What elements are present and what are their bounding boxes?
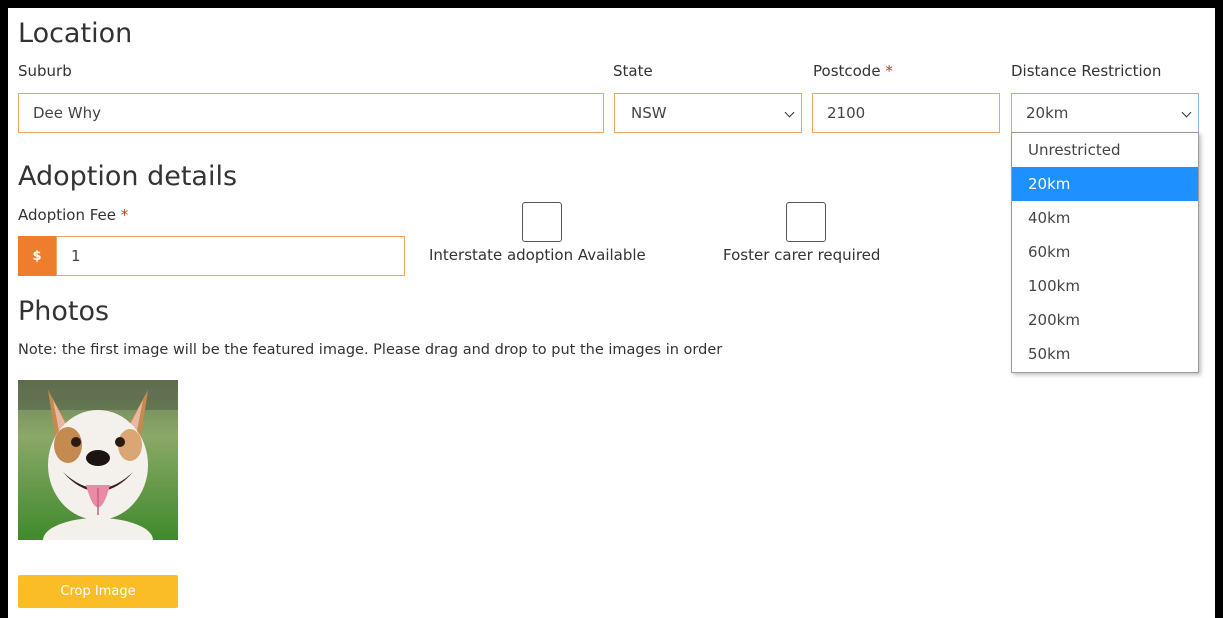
dog-photo-image: [18, 380, 178, 540]
location-heading: Location: [18, 18, 133, 49]
required-mark: *: [885, 62, 893, 80]
dropdown-option-60km[interactable]: 60km: [1012, 235, 1198, 269]
crop-image-button[interactable]: Crop Image: [18, 575, 178, 608]
dropdown-option-unrestricted[interactable]: Unrestricted: [1012, 133, 1198, 167]
interstate-label: Interstate adoption Available: [429, 246, 646, 264]
distance-dropdown: Unrestricted 20km 40km 60km 100km 200km …: [1011, 132, 1199, 373]
photos-note: Note: the first image will be the featur…: [18, 342, 723, 358]
dropdown-option-200km[interactable]: 200km: [1012, 303, 1198, 337]
state-label: State: [613, 62, 653, 80]
dropdown-option-40km[interactable]: 40km: [1012, 201, 1198, 235]
adoption-fee-input[interactable]: 1: [56, 236, 405, 276]
photo-thumbnail[interactable]: [18, 380, 178, 540]
chevron-down-icon: [784, 107, 795, 118]
photos-heading: Photos: [18, 296, 110, 327]
dropdown-option-20km[interactable]: 20km: [1012, 167, 1198, 201]
suburb-label: Suburb: [18, 62, 72, 80]
required-mark: *: [120, 206, 129, 224]
state-select[interactable]: NSW: [614, 93, 802, 133]
adoption-fee-label-text: Adoption Fee: [18, 206, 116, 224]
dropdown-option-50km[interactable]: 50km: [1012, 337, 1198, 371]
postcode-value: 2100: [827, 104, 866, 122]
dropdown-option-100km[interactable]: 100km: [1012, 269, 1198, 303]
form-panel: Location Suburb Dee Why State NSW Postco…: [8, 8, 1215, 618]
chevron-down-icon: [1181, 107, 1192, 118]
suburb-input[interactable]: Dee Why: [18, 93, 604, 133]
dollar-prefix: $: [18, 236, 56, 276]
postcode-label-text: Postcode: [813, 62, 881, 80]
state-value: NSW: [631, 104, 667, 122]
adoption-fee-value: 1: [71, 247, 81, 265]
distance-value: 20km: [1026, 104, 1069, 122]
foster-checkbox[interactable]: [786, 202, 826, 242]
adoption-fee-label: Adoption Fee *: [18, 208, 128, 223]
postcode-input[interactable]: 2100: [812, 93, 1000, 133]
adoption-heading: Adoption details: [18, 161, 238, 192]
postcode-label: Postcode *: [813, 64, 893, 79]
distance-label: Distance Restriction: [1011, 62, 1162, 80]
distance-select[interactable]: 20km: [1011, 93, 1199, 133]
suburb-value: Dee Why: [33, 104, 101, 122]
interstate-checkbox[interactable]: [522, 202, 562, 242]
foster-label: Foster carer required: [723, 246, 881, 264]
